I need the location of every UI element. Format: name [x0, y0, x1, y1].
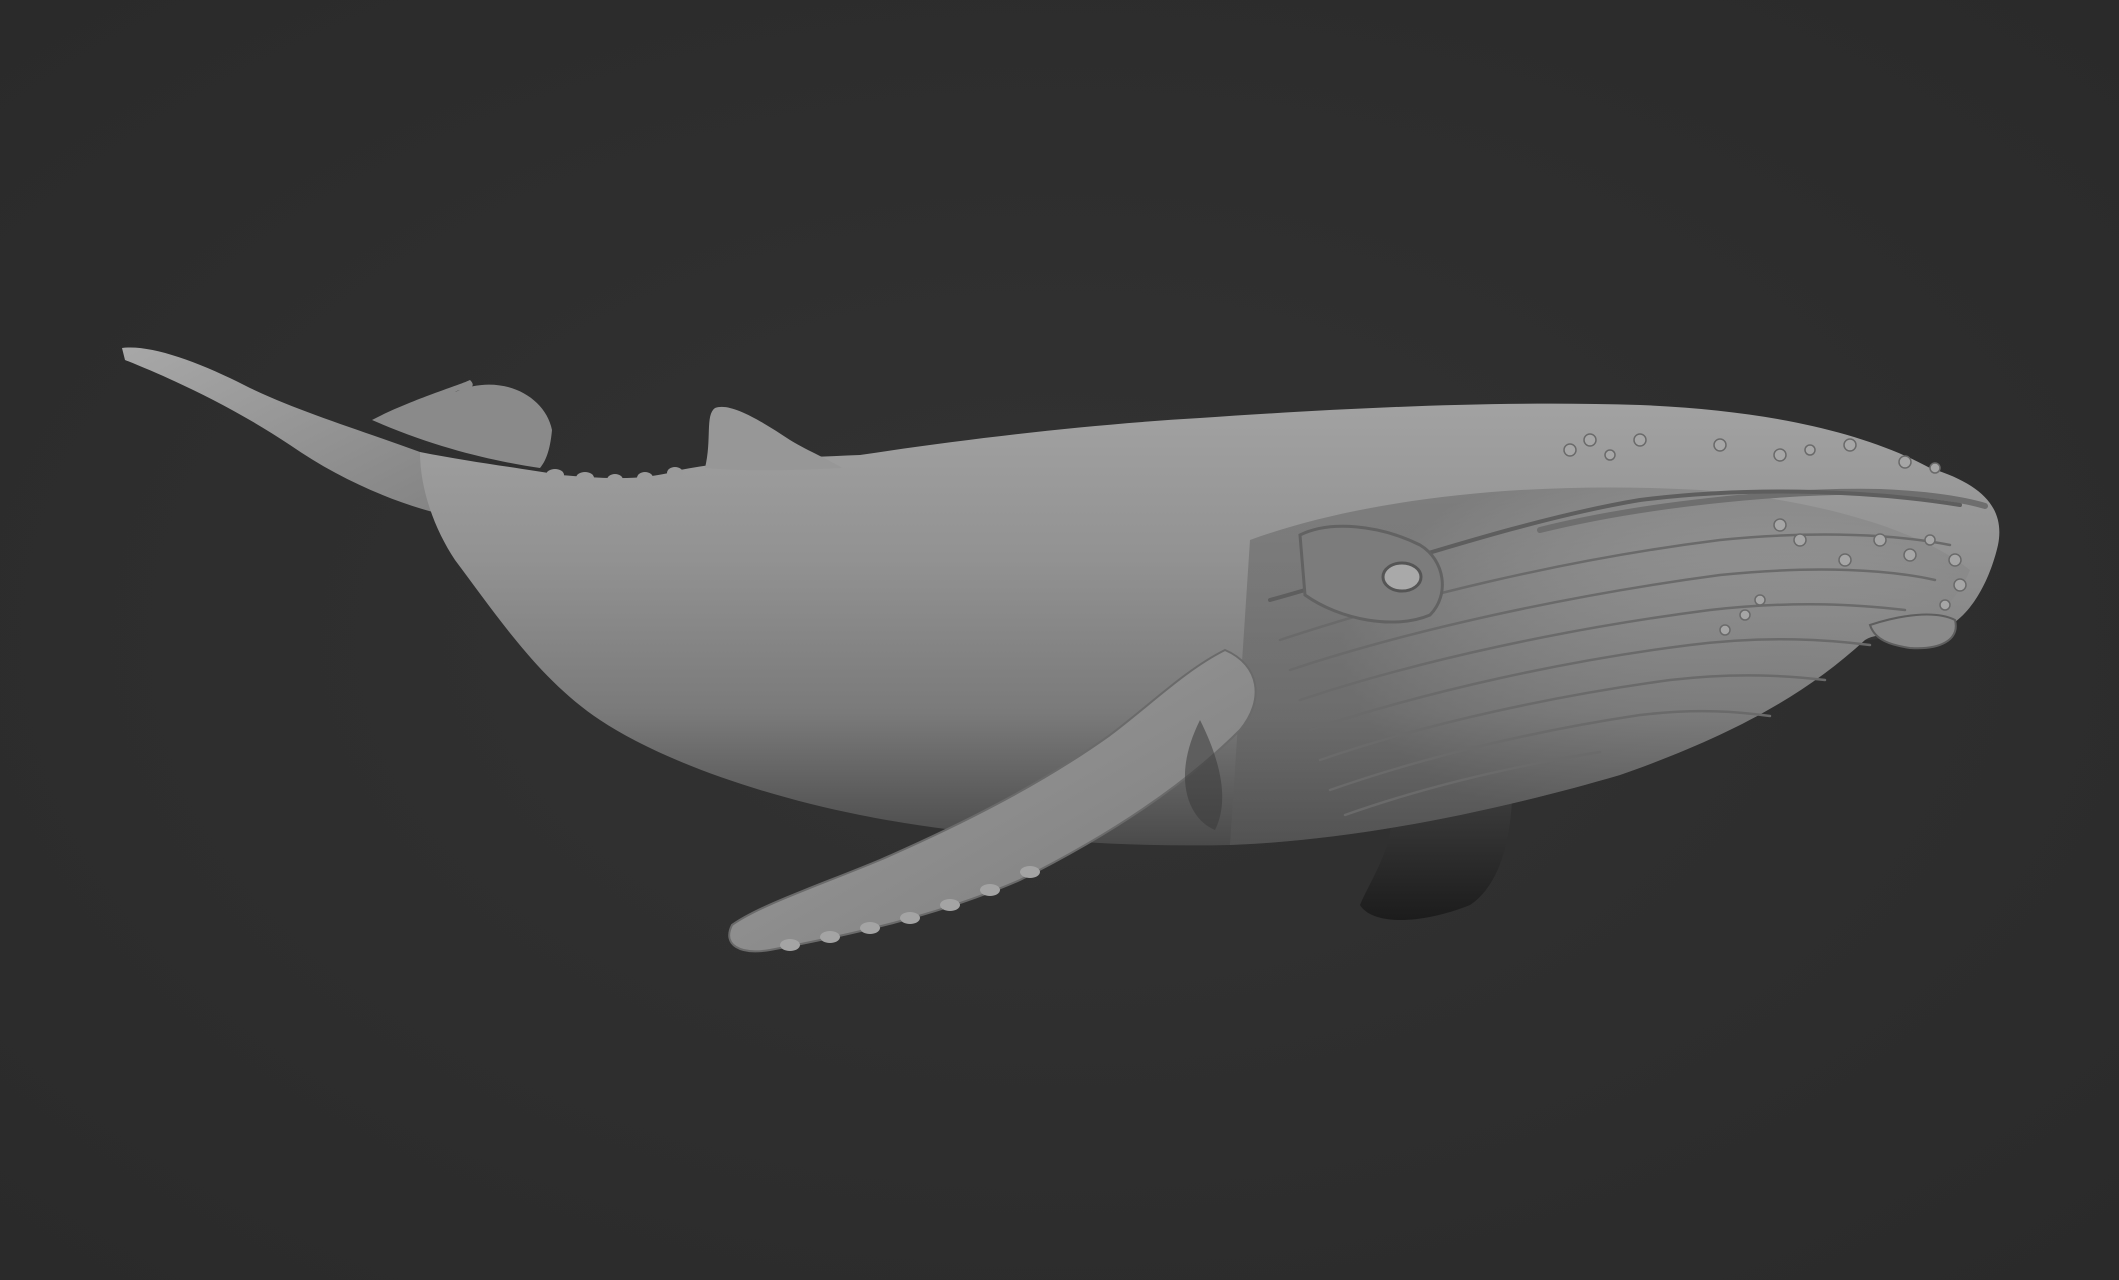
render-viewport — [0, 0, 2119, 1280]
dorsal-fin — [705, 406, 842, 471]
whale-render — [122, 347, 2000, 953]
